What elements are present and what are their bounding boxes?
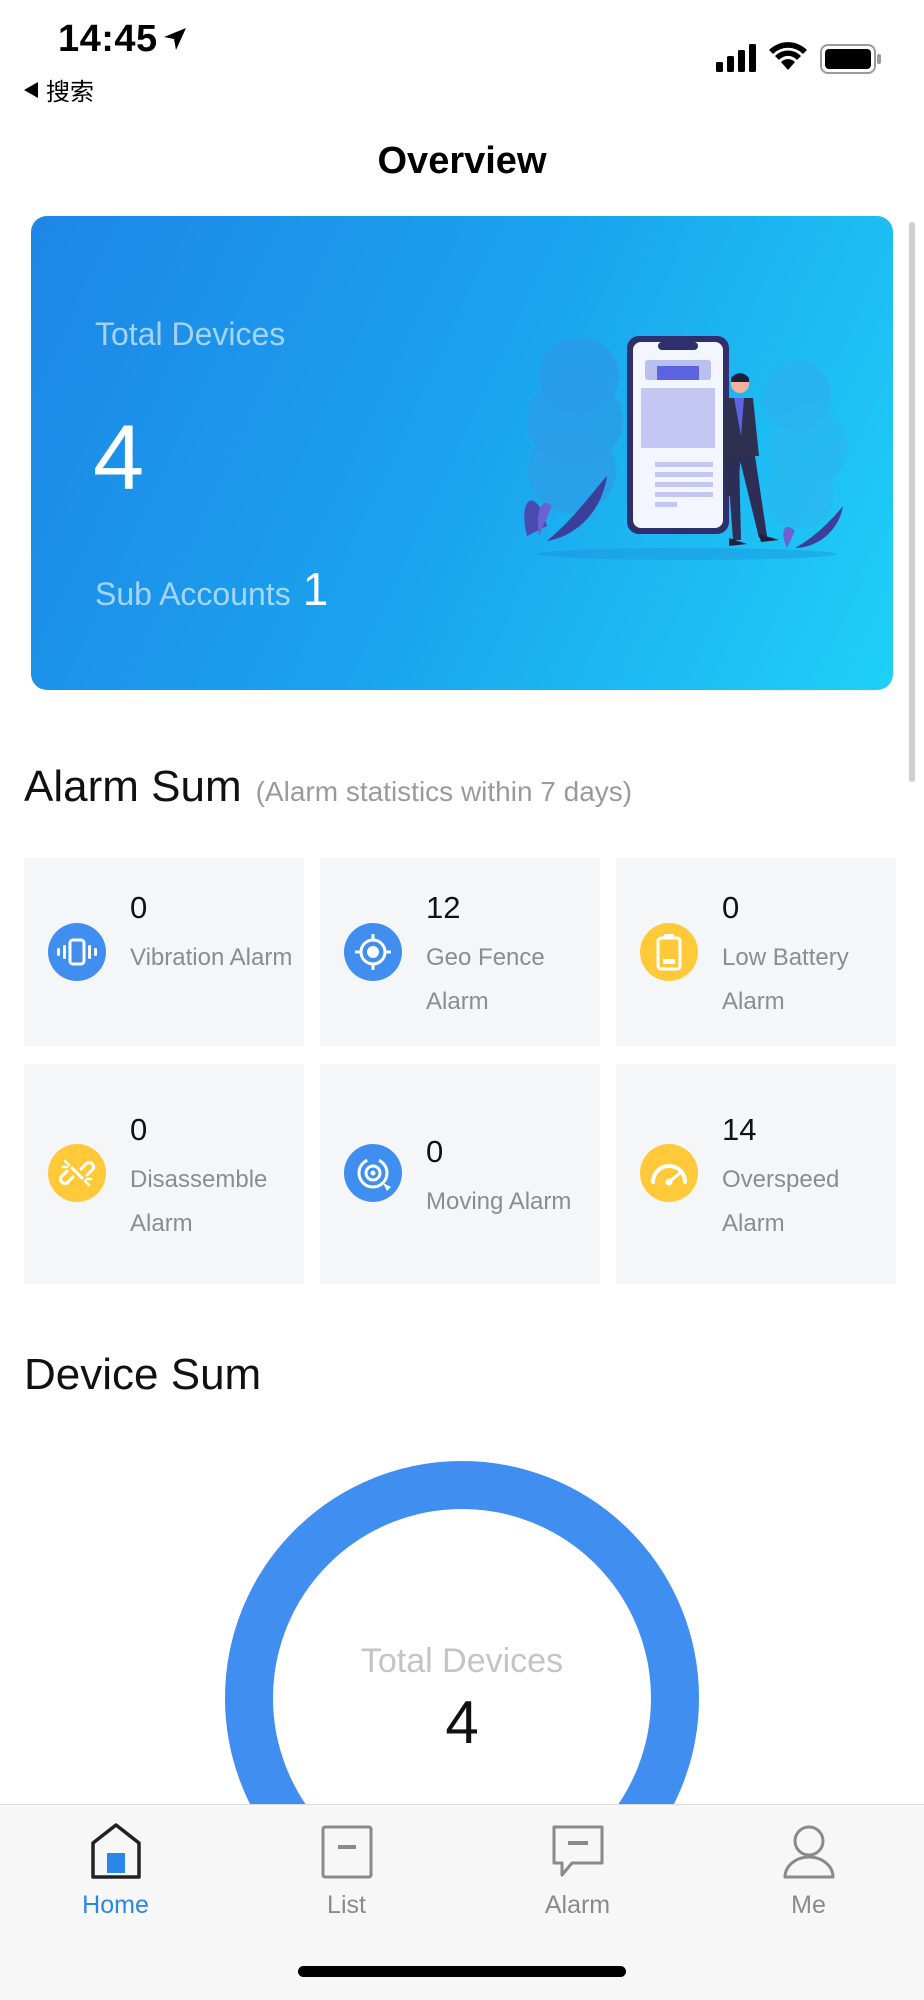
- device-sum-header: Device Sum: [24, 1350, 261, 1400]
- home-icon: [90, 1823, 141, 1879]
- disassemble-alarm-count: 0: [130, 1112, 148, 1147]
- tab-me-label: Me: [791, 1891, 826, 1919]
- alarm-tile-geo-fence[interactable]: 12 Geo Fence Alarm: [320, 858, 600, 1046]
- vibration-icon: [48, 923, 106, 981]
- tab-home[interactable]: Home: [0, 1805, 231, 1935]
- moving-alarm-count: 0: [426, 1134, 444, 1169]
- alarm-tile-low-battery[interactable]: 0 Low Battery Alarm: [616, 858, 896, 1046]
- status-time: 14:45: [58, 18, 158, 60]
- disassemble-alarm-label: Disassemble Alarm: [130, 1166, 268, 1237]
- overspeed-alarm-label: Overspeed Alarm: [722, 1166, 840, 1237]
- sub-accounts-label: Sub Accounts: [95, 576, 291, 612]
- alarm-sum-title: Alarm Sum: [24, 762, 242, 811]
- low-battery-icon: [640, 923, 698, 981]
- sub-accounts[interactable]: Sub Accounts 1: [95, 562, 328, 616]
- tab-list-label: List: [327, 1891, 366, 1919]
- alarm-tile-overspeed[interactable]: 14 Overspeed Alarm: [616, 1064, 896, 1284]
- message-icon: [552, 1825, 603, 1877]
- tab-alarm-label: Alarm: [544, 1891, 611, 1919]
- broken-link-icon: [48, 1144, 106, 1202]
- phone-person-illustration: [524, 336, 847, 560]
- sub-accounts-value: 1: [302, 563, 329, 615]
- tab-me[interactable]: Me: [693, 1805, 924, 1935]
- total-devices-value: 4: [93, 407, 145, 509]
- device-sum-center-label: Total Devices: [360, 1642, 564, 1680]
- cellular-signal-icon: [716, 44, 756, 72]
- device-sum-title: Device Sum: [24, 1350, 262, 1399]
- user-icon: [783, 1825, 834, 1879]
- speedometer-icon: [640, 1144, 698, 1202]
- low-battery-alarm-label: Low Battery Alarm: [722, 944, 849, 1015]
- alarm-tile-moving[interactable]: 0 Moving Alarm: [320, 1064, 600, 1284]
- tab-alarm[interactable]: Alarm: [462, 1805, 693, 1935]
- total-devices-label: Total Devices: [95, 316, 286, 352]
- status-bar: 14:45 搜索: [0, 0, 924, 110]
- tab-home-label: Home: [82, 1891, 149, 1919]
- back-triangle-icon: [24, 81, 38, 98]
- list-icon: [321, 1825, 372, 1879]
- alarm-sum-note: (Alarm statistics within 7 days): [255, 776, 633, 807]
- moving-alarm-label: Moving Alarm: [426, 1188, 572, 1215]
- back-to-search-link[interactable]: 搜索: [24, 72, 94, 107]
- page-title: Overview: [377, 140, 547, 182]
- overview-summary-card: Total Devices 4 Sub Accounts 1: [31, 216, 893, 690]
- device-sum-center-value: 4: [445, 1689, 479, 1756]
- moving-icon: [344, 1144, 402, 1202]
- alarm-tile-disassemble[interactable]: 0 Disassemble Alarm: [24, 1064, 304, 1284]
- wifi-icon: [769, 42, 807, 70]
- tab-list[interactable]: List: [231, 1805, 462, 1935]
- vibration-alarm-label: Vibration Alarm: [130, 944, 293, 971]
- scroll-indicator: [909, 222, 915, 782]
- alarm-tile-vibration[interactable]: 0 Vibration Alarm: [24, 858, 304, 1046]
- back-link-label: 搜索: [46, 78, 94, 106]
- location-arrow-icon: [164, 28, 186, 50]
- vibration-alarm-count: 0: [130, 890, 148, 925]
- low-battery-alarm-count: 0: [722, 890, 740, 925]
- geo-fence-icon: [344, 923, 402, 981]
- geo-fence-alarm-count: 12: [426, 890, 461, 925]
- geo-fence-alarm-label: Geo Fence Alarm: [426, 944, 545, 1015]
- alarm-sum-header: Alarm Sum (Alarm statistics within 7 day…: [24, 762, 632, 812]
- overspeed-alarm-count: 14: [722, 1112, 757, 1147]
- home-indicator: [298, 1966, 626, 1977]
- battery-icon: [820, 44, 881, 74]
